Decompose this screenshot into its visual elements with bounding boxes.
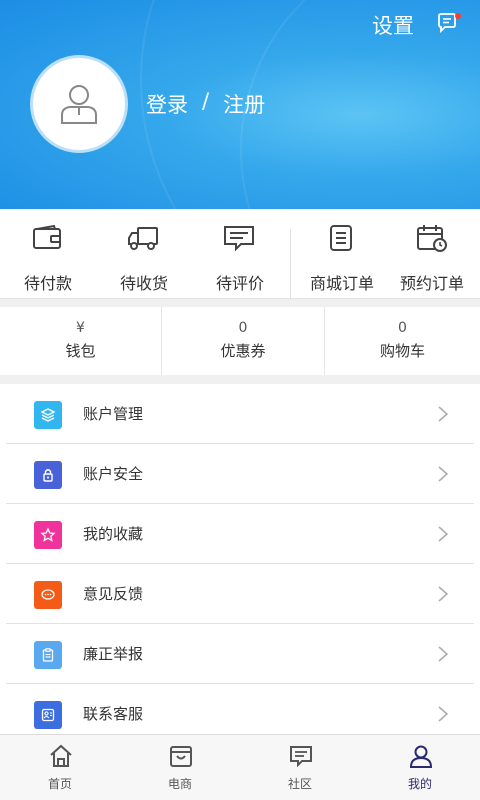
order-shortcuts: 待付款 待收货 待评价 商城订单 预约订单 <box>0 209 480 299</box>
contact-icon <box>34 701 62 729</box>
settings-menu: 账户管理 账户安全 我的收藏 意见反馈 廉正举报 联系客服 <box>0 384 480 734</box>
message-icon[interactable] <box>436 12 462 34</box>
order-item-label: 预约订单 <box>399 274 464 293</box>
login-register: 登录 / 注册 <box>146 89 265 119</box>
wallet-cell[interactable]: ¥ 钱包 <box>0 307 161 375</box>
community-icon <box>288 743 314 769</box>
order-item-appointment-orders[interactable]: 预约订单 <box>384 209 480 299</box>
menu-item-label: 账户安全 <box>83 465 144 483</box>
cart-label: 购物车 <box>379 342 425 360</box>
coupon-cell[interactable]: 0 优惠券 <box>162 307 324 375</box>
menu-item-label: 意见反馈 <box>83 585 144 603</box>
menu-item-favorites[interactable]: 我的收藏 <box>0 504 480 564</box>
login-link[interactable]: 登录 <box>146 89 188 119</box>
user-icon <box>408 743 434 769</box>
menu-item-label: 账户管理 <box>83 405 144 423</box>
menu-item-feedback[interactable]: 意见反馈 <box>0 564 480 624</box>
nav-home[interactable]: 首页 <box>0 735 120 800</box>
menu-item-label: 廉正举报 <box>83 645 144 663</box>
chevron-right-icon <box>436 645 450 663</box>
nav-shop[interactable]: 电商 <box>120 735 240 800</box>
assets-row: ¥ 钱包 0 优惠券 0 购物车 <box>0 307 480 375</box>
order-item-pending-payment[interactable]: 待付款 <box>0 209 96 299</box>
wallet-value: ¥ <box>76 320 85 336</box>
chevron-right-icon <box>436 405 450 423</box>
chevron-right-icon <box>436 705 450 723</box>
menu-item-label: 联系客服 <box>83 705 144 723</box>
avatar[interactable] <box>30 55 128 153</box>
order-item-label: 待付款 <box>23 274 72 293</box>
clipboard-icon <box>34 641 62 669</box>
login-separator: / <box>202 89 210 113</box>
coupon-label: 优惠券 <box>220 342 266 360</box>
chevron-right-icon <box>436 525 450 543</box>
profile-header: 设置 登录 / 注册 <box>0 0 480 209</box>
truck-icon <box>126 223 160 253</box>
nav-label: 社区 <box>287 777 312 791</box>
nav-mine[interactable]: 我的 <box>360 735 480 800</box>
home-icon <box>48 743 74 769</box>
wallet-icon <box>30 223 64 253</box>
nav-label: 电商 <box>167 777 192 791</box>
bottom-navigation: 首页 电商 社区 我的 <box>0 734 480 800</box>
comment-icon <box>222 223 256 253</box>
order-item-label: 待评价 <box>215 274 264 293</box>
nav-community[interactable]: 社区 <box>240 735 360 800</box>
cart-value: 0 <box>398 320 407 336</box>
nav-label: 我的 <box>407 777 432 791</box>
shop-icon <box>168 743 194 769</box>
avatar-placeholder-icon <box>61 85 97 124</box>
nav-label: 首页 <box>47 777 72 791</box>
order-item-pending-receipt[interactable]: 待收货 <box>96 209 192 299</box>
settings-button[interactable]: 设置 <box>372 10 414 40</box>
calendar-icon <box>414 223 448 253</box>
cart-cell[interactable]: 0 购物车 <box>325 307 480 375</box>
layers-icon <box>34 401 62 429</box>
order-divider <box>290 229 291 299</box>
wallet-label: 钱包 <box>65 342 96 360</box>
coupon-value: 0 <box>238 320 248 336</box>
chevron-right-icon <box>436 585 450 603</box>
lock-icon <box>34 461 62 489</box>
menu-item-account-security[interactable]: 账户安全 <box>0 444 480 504</box>
menu-item-account-management[interactable]: 账户管理 <box>0 384 480 444</box>
menu-item-integrity-report[interactable]: 廉正举报 <box>0 624 480 684</box>
order-item-label: 待收货 <box>119 274 168 293</box>
menu-item-customer-service[interactable]: 联系客服 <box>0 684 480 734</box>
order-item-mall-orders[interactable]: 商城订单 <box>294 209 390 299</box>
order-item-pending-review[interactable]: 待评价 <box>192 209 288 299</box>
register-link[interactable]: 注册 <box>223 89 265 119</box>
list-icon <box>324 223 358 253</box>
star-icon <box>34 521 62 549</box>
chevron-right-icon <box>436 465 450 483</box>
menu-item-label: 我的收藏 <box>83 525 144 543</box>
order-item-label: 商城订单 <box>309 274 374 293</box>
chat-icon <box>34 581 62 609</box>
